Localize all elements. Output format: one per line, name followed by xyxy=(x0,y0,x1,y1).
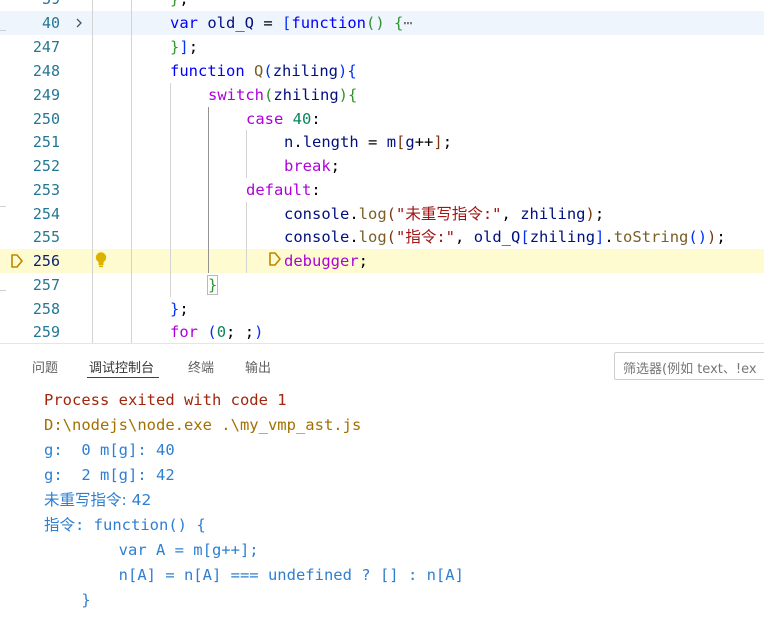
console-line: 未重写指令: 42 xyxy=(44,491,152,509)
code-line-current[interactable]: 256 debugger; xyxy=(0,249,764,273)
debug-panel: 问题 调试控制台 终端 输出 筛选器(例如 text、!ex Process e… xyxy=(0,343,764,635)
console-line: var A = m[g++]; xyxy=(44,541,259,559)
code-text: } xyxy=(206,275,219,295)
line-number: 253 xyxy=(32,181,60,199)
console-line: Process exited with code 1 xyxy=(44,391,287,409)
code-text: console.log("指令:", old_Q[zhiling].toStri… xyxy=(284,228,726,246)
gutter-mark xyxy=(0,30,6,31)
debug-stackframe-icon xyxy=(268,250,282,274)
line-number: 252 xyxy=(32,157,60,175)
filter-input[interactable]: 筛选器(例如 text、!ex xyxy=(614,352,764,380)
line-number: 39 xyxy=(0,0,60,11)
line-number: 251 xyxy=(32,133,60,151)
line-number: 257 xyxy=(32,276,60,294)
line-number: 247 xyxy=(32,38,60,56)
console-line: } xyxy=(44,591,91,609)
indent-guide-active xyxy=(208,107,209,273)
code-line[interactable]: 248 function Q(zhiling){ xyxy=(0,59,764,83)
panel-tabs: 问题 调试控制台 终端 输出 筛选器(例如 text、!ex xyxy=(0,344,764,384)
code-text: break; xyxy=(284,157,341,175)
line-number: 250 xyxy=(32,110,60,128)
code-text: }]; xyxy=(170,38,199,56)
code-line[interactable]: 250 case 40: xyxy=(0,107,764,131)
console-line: g: 2 m[g]: 42 xyxy=(44,466,175,484)
line-number: 258 xyxy=(32,300,60,318)
console-line: n[A] = n[A] === undefined ? [] : n[A] xyxy=(44,566,464,584)
line-number: 255 xyxy=(32,228,60,246)
code-text: n.length = m[g++]; xyxy=(284,133,453,151)
code-line[interactable]: 258 }; xyxy=(0,297,764,321)
code-line[interactable]: 40 var old_Q = [function() {⋯ xyxy=(0,11,764,35)
console-line: g: 0 m[g]: 40 xyxy=(44,441,175,459)
code-text: function Q(zhiling){ xyxy=(170,62,357,80)
code-line[interactable]: 254 console.log("未重写指令:", zhiling); xyxy=(0,202,764,226)
line-number: 259 xyxy=(32,323,60,341)
code-line[interactable]: 252 break; xyxy=(0,154,764,178)
indent-guide xyxy=(131,0,132,343)
code-line[interactable]: 247 }]; xyxy=(0,35,764,59)
code-line[interactable]: 255 console.log("指令:", old_Q[zhiling].to… xyxy=(0,225,764,249)
tab-output[interactable]: 输出 xyxy=(245,357,271,376)
indent-guide xyxy=(92,0,93,343)
line-number: 248 xyxy=(32,62,60,80)
code-editor[interactable]: 39 }; 40 var old_Q = [function() {⋯ 247 … xyxy=(0,0,764,343)
code-text: console.log("未重写指令:", zhiling); xyxy=(284,205,605,223)
lightbulb-icon[interactable] xyxy=(94,251,108,269)
chevron-right-icon[interactable] xyxy=(72,16,86,30)
code-line[interactable]: 249 switch(zhiling){ xyxy=(0,83,764,107)
code-line[interactable]: 253 default: xyxy=(0,178,764,202)
code-text: }; xyxy=(170,0,189,11)
gutter-mark xyxy=(0,206,6,207)
gutter-mark xyxy=(0,290,6,291)
line-number: 40 xyxy=(41,14,60,32)
code-line[interactable]: 39 }; xyxy=(0,0,764,11)
indent-guide xyxy=(170,83,171,297)
code-text: default: xyxy=(246,181,321,199)
code-text: var old_Q = [function() {⋯ xyxy=(170,14,413,32)
active-tab-indicator xyxy=(87,377,159,378)
code-line[interactable]: 257 } xyxy=(0,273,764,297)
code-text: debugger; xyxy=(268,249,368,274)
line-number: 256 xyxy=(32,252,60,270)
indent-guide xyxy=(246,202,247,273)
code-text: switch(zhiling){ xyxy=(208,86,358,104)
line-number: 254 xyxy=(32,205,60,223)
code-line[interactable]: 251 n.length = m[g++]; xyxy=(0,130,764,154)
console-line: D:\nodejs\node.exe .\my_vmp_ast.js xyxy=(44,416,362,434)
tab-problems[interactable]: 问题 xyxy=(32,357,58,376)
line-number: 249 xyxy=(32,86,60,104)
tab-terminal[interactable]: 终端 xyxy=(188,357,214,376)
code-text: }; xyxy=(170,300,189,318)
console-line: 指令: function() { xyxy=(44,516,206,534)
tab-debug-console[interactable]: 调试控制台 xyxy=(89,357,154,376)
code-line[interactable]: 259 for (0; ;) xyxy=(0,320,764,343)
code-text: for (0; ;) xyxy=(170,323,264,341)
code-text: case 40: xyxy=(246,110,321,128)
indent-guide xyxy=(246,130,247,178)
